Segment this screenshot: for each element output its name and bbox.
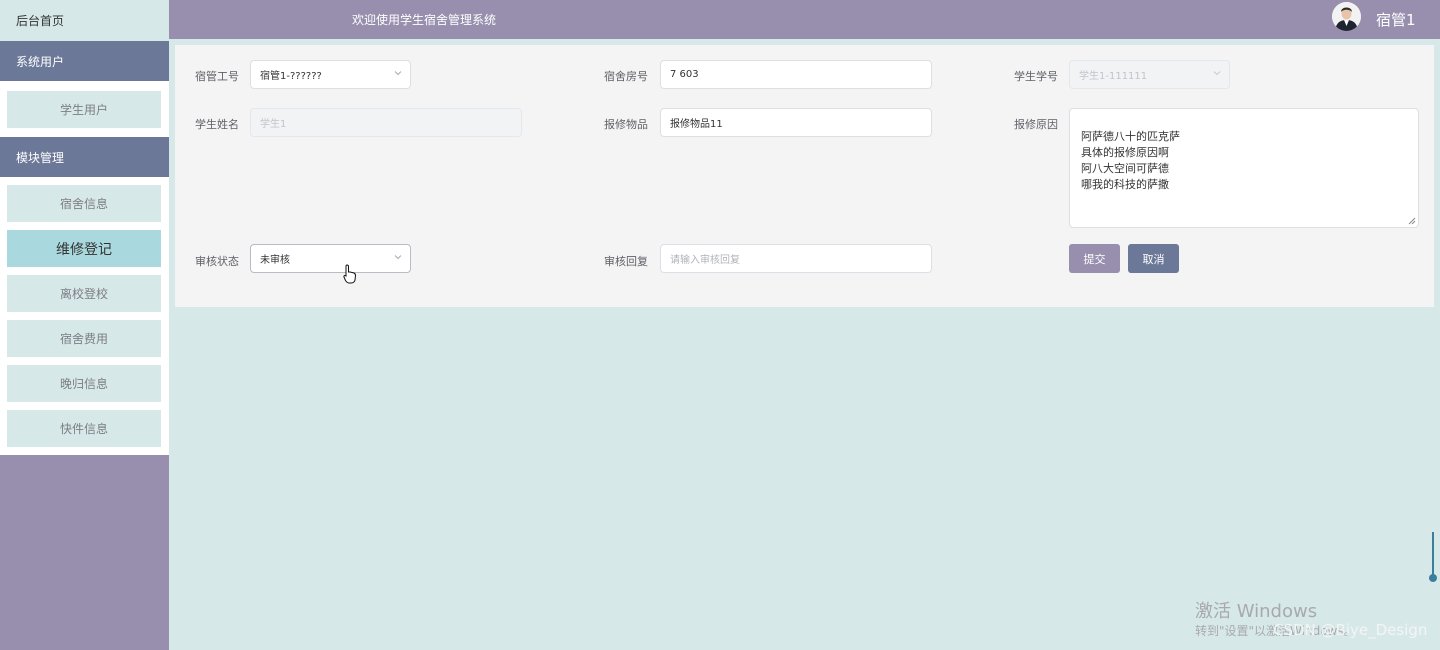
sidebar-brand-home[interactable]: 后台首页 bbox=[0, 0, 169, 41]
repair-reason-textarea[interactable]: 阿萨德八十的匹克萨 具体的报修原因啊 阿八大空间可萨德 哪我的科技的萨撒 bbox=[1069, 108, 1419, 228]
sidebar-item-late-return[interactable]: 晚归信息 bbox=[7, 365, 161, 402]
sidebar-item-leave-return[interactable]: 离校登校 bbox=[7, 275, 161, 312]
student-name-value: 学生1 bbox=[260, 119, 287, 130]
sidebar-item-dorm-fees[interactable]: 宿舍费用 bbox=[7, 320, 161, 357]
submit-button[interactable]: 提交 bbox=[1069, 244, 1120, 273]
top-header: 欢迎使用学生宿舍管理系统 宿管1 bbox=[169, 0, 1440, 39]
staff-no-label: 宿管工号 bbox=[195, 70, 239, 83]
staff-no-select[interactable]: 宿管1-?????? bbox=[250, 60, 411, 89]
review-status-value: 未审核 bbox=[260, 255, 290, 266]
sidebar-item-student-users[interactable]: 学生用户 bbox=[7, 91, 161, 128]
review-reply-label: 审核回复 bbox=[604, 255, 648, 268]
sidebar-item-dorm-info[interactable]: 宿舍信息 bbox=[7, 185, 161, 222]
menu-group-system-users[interactable]: 系统用户 bbox=[0, 41, 169, 81]
sidebar-item-repair-register[interactable]: 维修登记 bbox=[7, 230, 161, 267]
user-avatar-icon[interactable] bbox=[1332, 2, 1361, 31]
chevron-down-icon bbox=[394, 71, 402, 76]
repair-item-label: 报修物品 bbox=[604, 118, 648, 131]
csdn-watermark: CSDN @Biye_Design bbox=[1273, 621, 1428, 639]
chevron-down-icon bbox=[1213, 71, 1221, 76]
cancel-button[interactable]: 取消 bbox=[1128, 244, 1179, 273]
username-label[interactable]: 宿管1 bbox=[1376, 9, 1416, 30]
hand-cursor-icon bbox=[343, 264, 357, 284]
review-reply-placeholder: 请输入审核回复 bbox=[670, 255, 740, 266]
repair-item-value: 报修物品11 bbox=[670, 119, 723, 130]
welcome-text: 欢迎使用学生宿舍管理系统 bbox=[352, 13, 497, 27]
student-name-label: 学生姓名 bbox=[195, 118, 239, 131]
review-status-label: 审核状态 bbox=[195, 255, 239, 268]
menu-group-module-management[interactable]: 模块管理 bbox=[0, 137, 169, 177]
repair-reason-label: 报修原因 bbox=[1014, 118, 1058, 131]
student-no-value: 学生1-111111 bbox=[1079, 71, 1148, 82]
student-name-input: 学生1 bbox=[250, 108, 522, 137]
student-no-select: 学生1-111111 bbox=[1069, 60, 1230, 89]
review-reply-input[interactable]: 请输入审核回复 bbox=[660, 244, 932, 273]
sidebar: 后台首页 系统用户 学生用户 模块管理 宿舍信息 维修登记 离校登校 宿舍费用 … bbox=[0, 0, 169, 650]
room-no-input[interactable]: 7 603 bbox=[660, 60, 932, 89]
resize-grip-icon[interactable] bbox=[1408, 217, 1416, 225]
room-no-value: 7 603 bbox=[670, 69, 699, 80]
review-status-select[interactable]: 未审核 bbox=[250, 244, 411, 273]
staff-no-value: 宿管1-?????? bbox=[260, 71, 322, 82]
scroll-indicator[interactable] bbox=[1428, 532, 1438, 584]
repair-item-input[interactable]: 报修物品11 bbox=[660, 108, 932, 137]
repair-reason-value: 阿萨德八十的匹克萨 具体的报修原因啊 阿八大空间可萨德 哪我的科技的萨撒 bbox=[1081, 130, 1180, 191]
room-no-label: 宿舍房号 bbox=[604, 70, 648, 83]
windows-activation-title: 激活 Windows bbox=[1195, 601, 1318, 622]
chevron-down-icon bbox=[394, 255, 402, 260]
student-no-label: 学生学号 bbox=[1014, 70, 1058, 83]
sidebar-item-parcel-info[interactable]: 快件信息 bbox=[7, 410, 161, 447]
